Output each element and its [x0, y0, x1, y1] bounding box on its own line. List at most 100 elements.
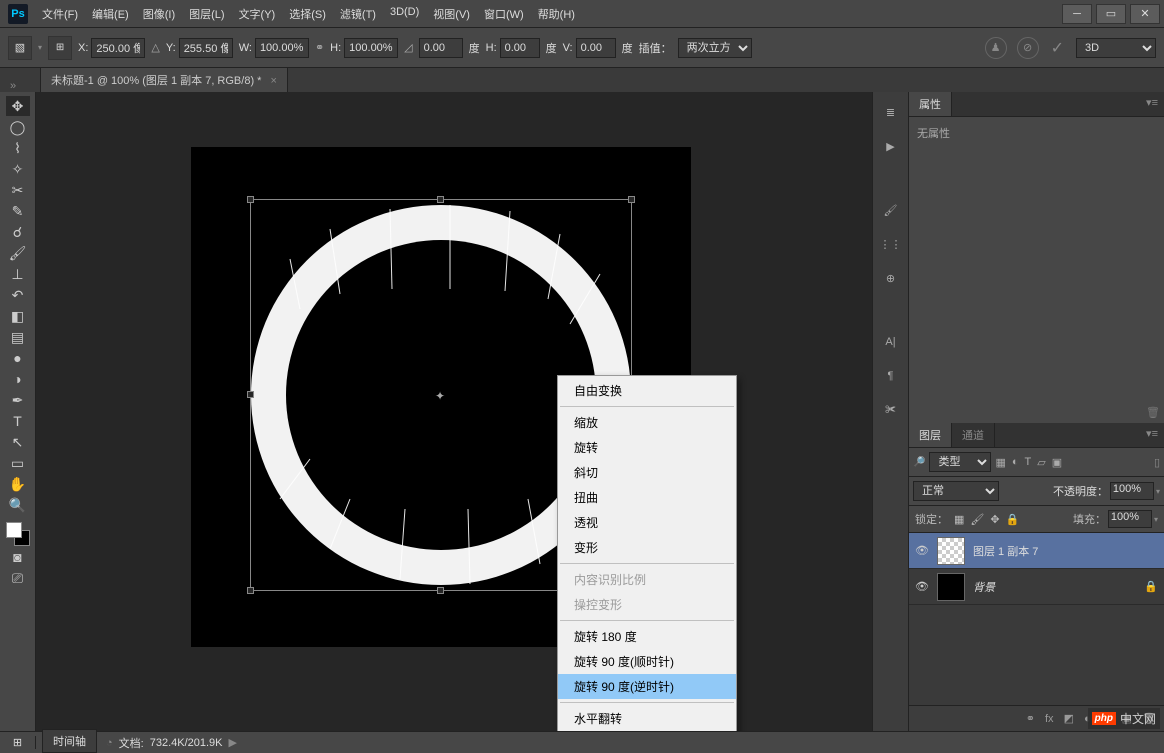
marquee-tool-icon[interactable]: ◯: [6, 117, 30, 137]
layer-kind-select[interactable]: 类型: [929, 452, 991, 472]
context-menu-item[interactable]: 扭曲: [558, 485, 736, 510]
minimize-button[interactable]: ─: [1062, 4, 1092, 24]
screen-mode-icon[interactable]: ⎚: [6, 568, 30, 588]
context-menu-item[interactable]: 旋转 180 度: [558, 624, 736, 649]
menu-view[interactable]: 视图(V): [427, 2, 476, 26]
layer-thumbnail[interactable]: [937, 537, 965, 565]
clone-stamp-tool-icon[interactable]: ⊥: [6, 264, 30, 284]
layer-name-label[interactable]: 背景: [973, 579, 995, 595]
transform-tool-icon[interactable]: ▧: [8, 36, 32, 60]
context-menu-item[interactable]: 透视: [558, 510, 736, 535]
character-panel-icon[interactable]: A|: [879, 330, 903, 354]
move-tool-icon[interactable]: ✥: [6, 96, 30, 116]
lasso-tool-icon[interactable]: ⌇: [6, 138, 30, 158]
brush-presets-panel-icon[interactable]: ⋮⋮: [879, 232, 903, 256]
layer-row[interactable]: 👁背景🔒: [909, 569, 1164, 605]
layer-mask-icon[interactable]: ◩: [1064, 712, 1074, 725]
filter-type-icon[interactable]: T: [1025, 456, 1032, 468]
path-select-tool-icon[interactable]: ↖: [6, 432, 30, 452]
transform-handle-bl[interactable]: [247, 587, 254, 594]
context-menu-item[interactable]: 缩放: [558, 410, 736, 435]
filter-adjust-icon[interactable]: ◐: [1012, 456, 1019, 468]
transform-handle-b[interactable]: [437, 587, 444, 594]
document-tab[interactable]: 未标题-1 @ 100% (图层 1 副本 7, RGB/8) * ×: [40, 67, 288, 92]
y-input[interactable]: [179, 38, 233, 58]
search-icon[interactable]: 🔎: [913, 457, 925, 468]
dodge-tool-icon[interactable]: ◑: [6, 369, 30, 389]
tool-presets-panel-icon[interactable]: ✀: [879, 398, 903, 422]
filter-pixel-icon[interactable]: ▦: [995, 456, 1005, 469]
mini-toggle-icon[interactable]: ⊞: [0, 736, 36, 749]
eraser-tool-icon[interactable]: ◧: [6, 306, 30, 326]
foreground-color-swatch[interactable]: [6, 522, 22, 538]
visibility-toggle-icon[interactable]: 👁: [915, 580, 929, 593]
h-input[interactable]: [344, 38, 398, 58]
blur-tool-icon[interactable]: ●: [6, 348, 30, 368]
filter-toggle-icon[interactable]: ▯: [1154, 457, 1160, 469]
menu-edit[interactable]: 编辑(E): [86, 2, 135, 26]
layers-panel-menu-icon[interactable]: ▾≡: [1140, 423, 1164, 447]
menu-file[interactable]: 文件(F): [36, 2, 84, 26]
layer-row[interactable]: 👁图层 1 副本 7: [909, 533, 1164, 569]
interp-select[interactable]: 两次立方: [678, 38, 752, 58]
properties-tab[interactable]: 属性: [909, 92, 952, 116]
lock-paint-icon[interactable]: 🖌: [970, 513, 984, 526]
context-menu-item[interactable]: 变形: [558, 535, 736, 560]
trash-icon[interactable]: 🗑: [1146, 407, 1160, 419]
doc-info-arrow-icon[interactable]: ▶: [229, 736, 237, 749]
doc-info-icon[interactable]: ◔: [106, 737, 113, 749]
crop-tool-icon[interactable]: ✂: [6, 180, 30, 200]
menu-image[interactable]: 图像(I): [137, 2, 181, 26]
transform-handle-l[interactable]: [247, 391, 254, 398]
canvas-area[interactable]: ✦ 自由变换缩放旋转斜切扭曲透视变形内容识别比例操控变形旋转 180 度旋转 9…: [36, 92, 872, 731]
w-input[interactable]: [255, 38, 309, 58]
close-tab-icon[interactable]: ×: [271, 75, 277, 87]
x-input[interactable]: [91, 38, 145, 58]
menu-type[interactable]: 文字(Y): [233, 2, 282, 26]
layer-thumbnail[interactable]: [937, 573, 965, 601]
type-tool-icon[interactable]: T: [6, 411, 30, 431]
link-wh-icon[interactable]: ⚭: [315, 41, 324, 54]
transform-handle-tl[interactable]: [247, 196, 254, 203]
filter-shape-icon[interactable]: ▱: [1037, 456, 1045, 469]
context-menu-item[interactable]: 斜切: [558, 460, 736, 485]
commit-transform-icon[interactable]: ✓: [1051, 38, 1064, 58]
layer-name-label[interactable]: 图层 1 副本 7: [973, 543, 1038, 559]
close-button[interactable]: ✕: [1130, 4, 1160, 24]
transform-handle-t[interactable]: [437, 196, 444, 203]
context-menu-item[interactable]: 自由变换: [558, 378, 736, 403]
zoom-tool-icon[interactable]: 🔍: [6, 495, 30, 515]
history-brush-tool-icon[interactable]: ↶: [6, 285, 30, 305]
actions-panel-icon[interactable]: ▶: [879, 134, 903, 158]
link-layers-icon[interactable]: ⚭: [1026, 712, 1035, 725]
warp-mode-icon[interactable]: ♟: [985, 37, 1007, 59]
hand-tool-icon[interactable]: ✋: [6, 474, 30, 494]
layer-fx-icon[interactable]: fx: [1045, 713, 1054, 725]
panel-menu-icon[interactable]: ▾≡: [1140, 92, 1164, 116]
expand-tools-icon[interactable]: »: [10, 80, 16, 92]
maximize-button[interactable]: ▭: [1096, 4, 1126, 24]
eyedropper-tool-icon[interactable]: ✎: [6, 201, 30, 221]
quick-mask-icon[interactable]: ◙: [6, 547, 30, 567]
brush-tool-icon[interactable]: 🖌: [6, 243, 30, 263]
pen-tool-icon[interactable]: ✒: [6, 390, 30, 410]
shape-tool-icon[interactable]: ▭: [6, 453, 30, 473]
opacity-input[interactable]: 100%: [1110, 482, 1154, 500]
layers-tab[interactable]: 图层: [909, 423, 952, 447]
fill-input[interactable]: 100%: [1108, 510, 1152, 528]
context-menu-item[interactable]: 水平翻转: [558, 706, 736, 731]
healing-brush-tool-icon[interactable]: ☌: [6, 222, 30, 242]
3d-mode-select[interactable]: 3D: [1076, 38, 1156, 58]
menu-layer[interactable]: 图层(L): [183, 2, 230, 26]
context-menu-item[interactable]: 旋转: [558, 435, 736, 460]
lock-transparency-icon[interactable]: ▦: [954, 513, 964, 526]
menu-window[interactable]: 窗口(W): [478, 2, 530, 26]
skew-h-input[interactable]: [500, 38, 540, 58]
paragraph-panel-icon[interactable]: ¶: [879, 364, 903, 388]
gradient-tool-icon[interactable]: ▤: [6, 327, 30, 347]
channels-tab[interactable]: 通道: [952, 423, 995, 447]
menu-filter[interactable]: 滤镜(T): [334, 2, 382, 26]
swap-xy-icon[interactable]: △: [151, 41, 159, 54]
menu-help[interactable]: 帮助(H): [532, 2, 581, 26]
blend-mode-select[interactable]: 正常: [913, 481, 999, 501]
